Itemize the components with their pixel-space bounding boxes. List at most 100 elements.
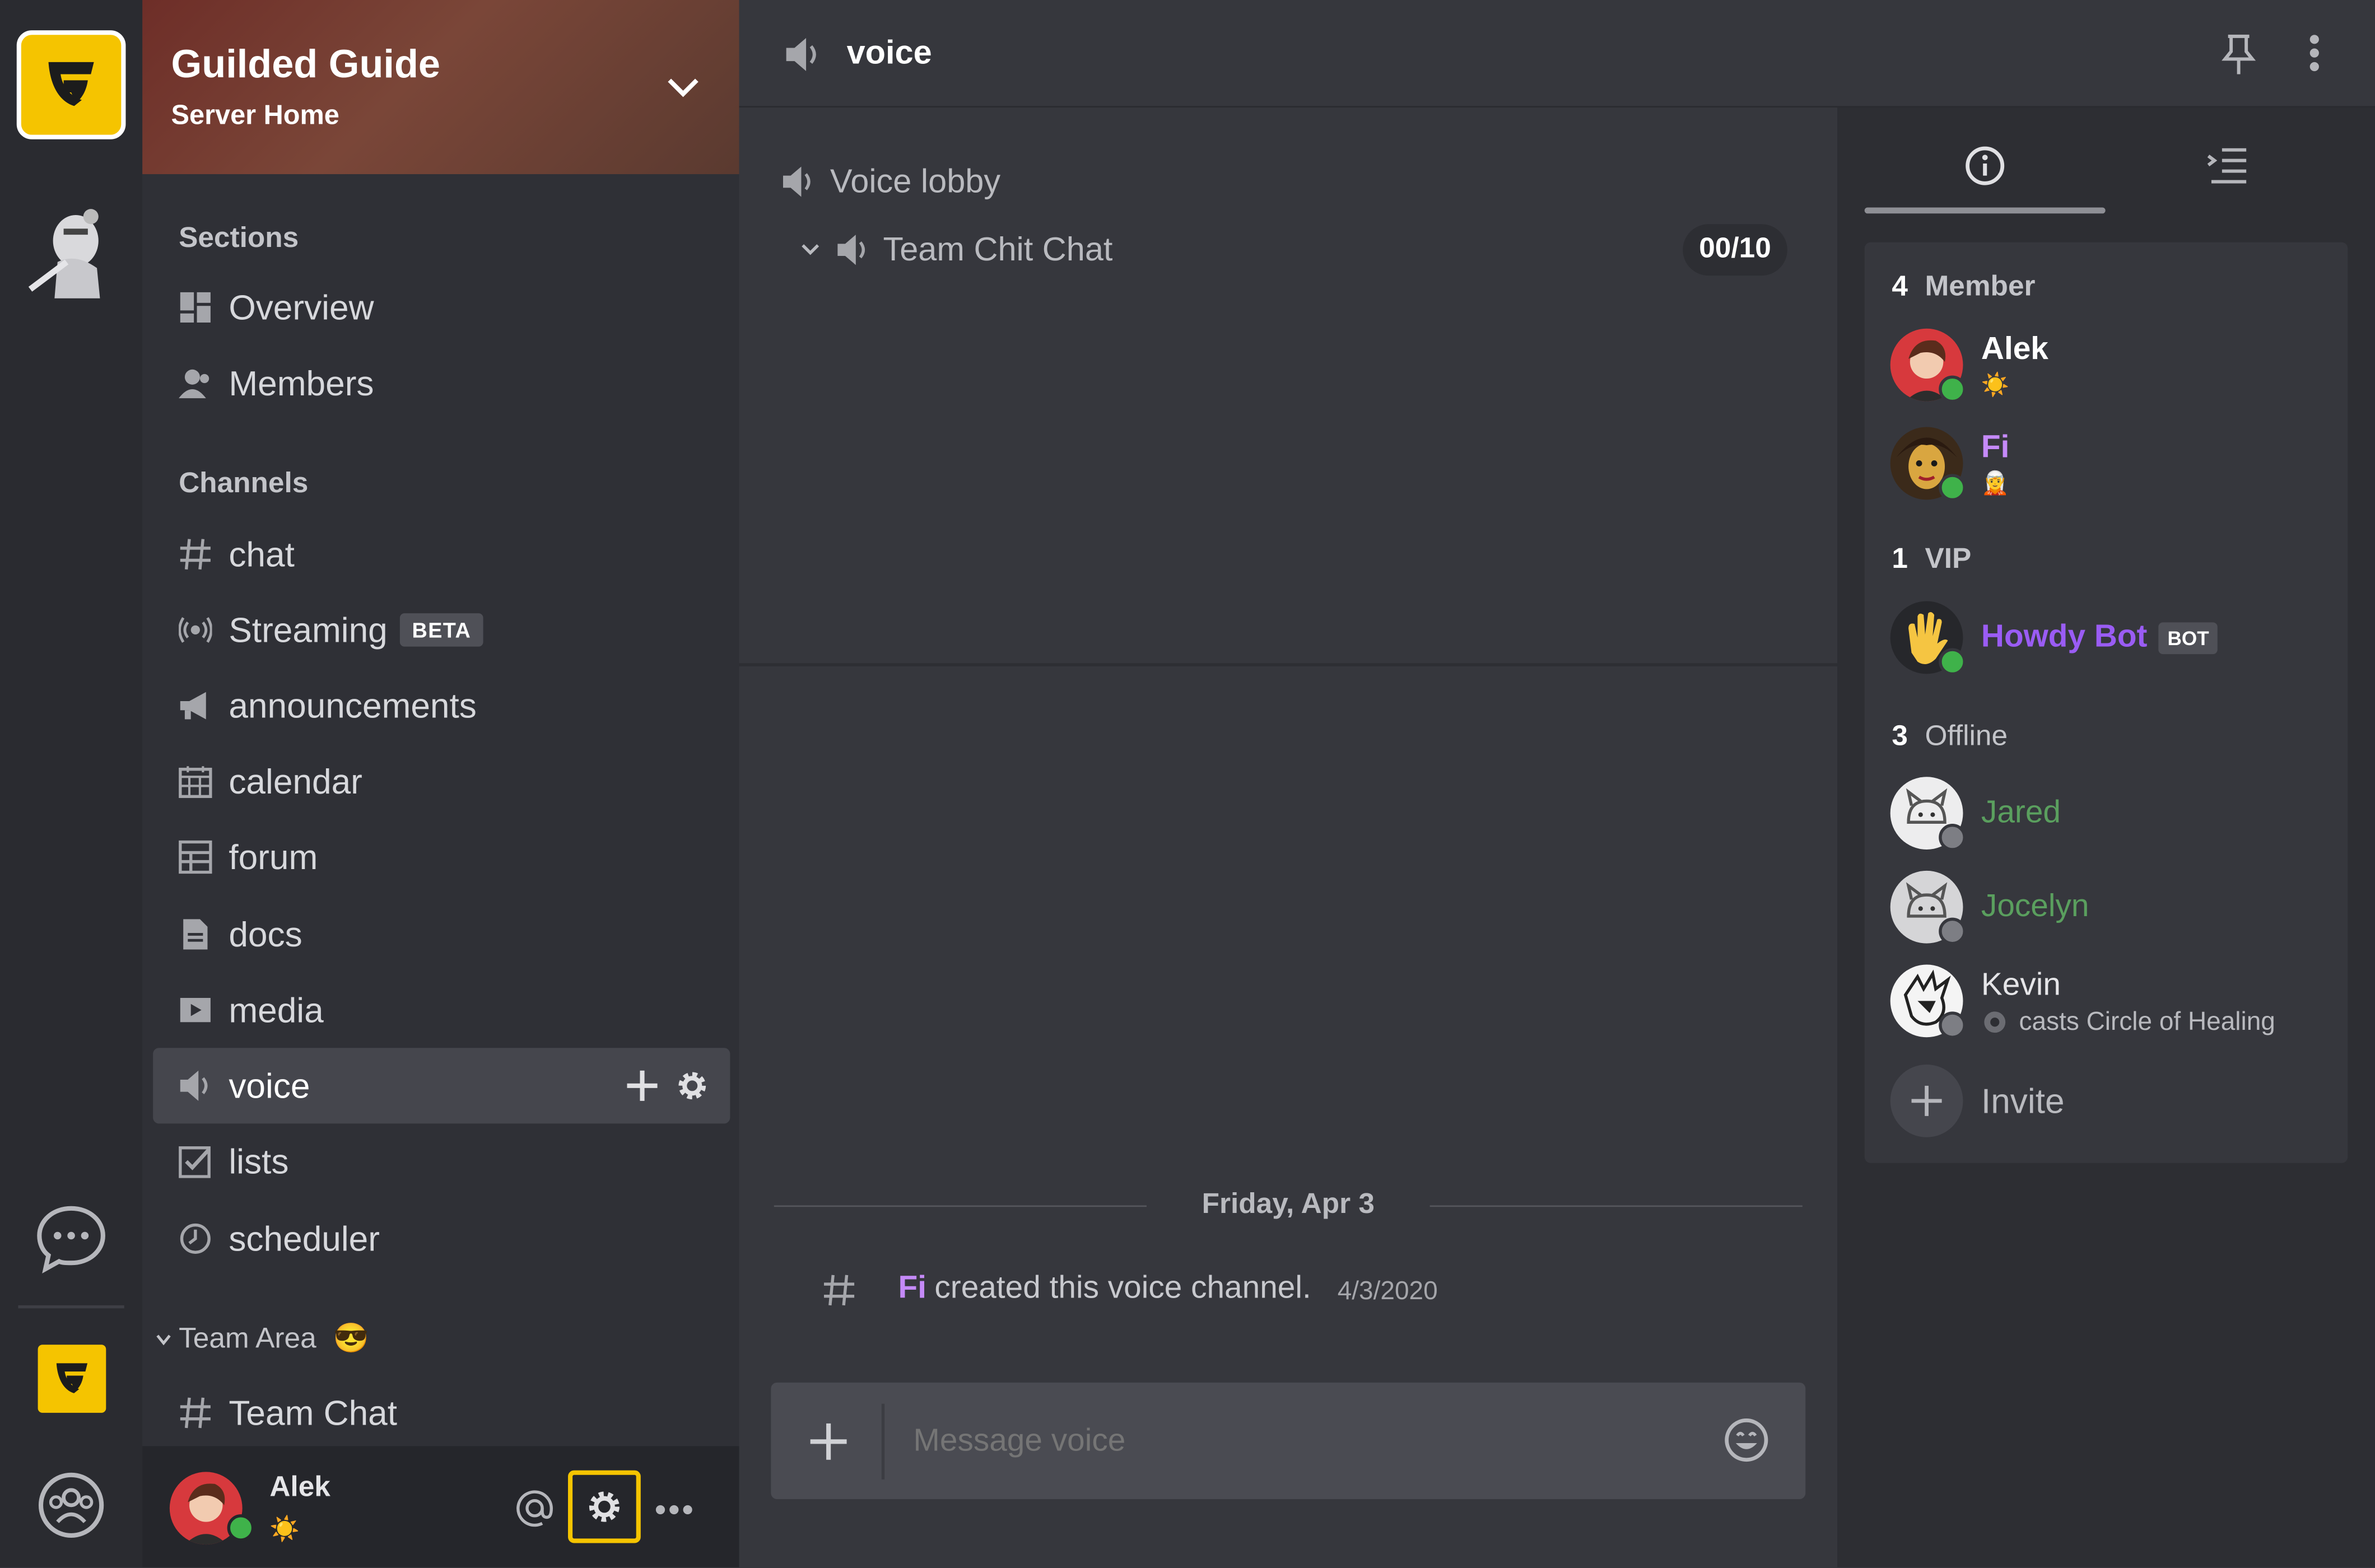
channel-sidebar: Guilded Guide Server Home Sections Overv… <box>142 0 739 1567</box>
forum-icon <box>179 840 212 874</box>
channels-header: Channels <box>179 468 309 500</box>
sidebar-item-label: announcements <box>229 685 477 726</box>
add-attachment-icon[interactable] <box>809 1422 848 1461</box>
offline-status-dot <box>1939 824 1966 851</box>
sidebar-item-docs[interactable]: docs <box>179 912 724 960</box>
server-header[interactable]: Guilded Guide Server Home <box>142 0 739 174</box>
server-name: Guilded Guide <box>171 41 441 87</box>
emoji-icon[interactable] <box>1722 1416 1771 1464</box>
chevron-down-icon[interactable] <box>665 73 701 100</box>
sidebar-item-label: chat <box>229 534 295 574</box>
settings-button[interactable] <box>568 1470 641 1543</box>
speaker-icon <box>837 235 865 265</box>
member-list: 4 Member Alek ☀️ Fi 🧝 1 VIP Howdy Bot BO… <box>1864 242 2348 1163</box>
offline-status-dot <box>1939 1011 1966 1039</box>
sidebar-item-team-chat[interactable]: Team Chat <box>179 1390 724 1439</box>
sidebar-item-label: scheduler <box>229 1219 380 1259</box>
direct-messages-icon[interactable] <box>36 1204 106 1273</box>
sidebar-item-label: calendar <box>229 762 362 801</box>
member-status: 🧝 <box>1981 470 2010 497</box>
channel-topbar: voice <box>739 0 2375 108</box>
online-status-dot <box>1939 474 1966 502</box>
more-vertical-icon[interactable] <box>2308 33 2321 72</box>
member-name: Howdy Bot <box>1981 619 2148 655</box>
docs-icon <box>183 919 208 950</box>
sidebar-item-scheduler[interactable]: scheduler <box>179 1216 724 1264</box>
sidebar-item-overview[interactable]: Overview <box>179 284 724 333</box>
friends-icon[interactable] <box>36 1471 106 1540</box>
voice-lobby[interactable]: Voice lobby <box>781 159 1236 204</box>
system-message: Fi created this voice channel. 4/3/2020 <box>822 1266 1792 1315</box>
pin-icon[interactable] <box>2220 33 2257 76</box>
invite-button[interactable]: Invite <box>1890 1064 2194 1137</box>
hash-icon <box>824 1275 855 1306</box>
voice-room-label: Team Chit Chat <box>883 230 1113 268</box>
speaker-icon <box>180 1070 208 1101</box>
member-name: Alek <box>1981 332 2048 367</box>
chevron-down-icon <box>802 244 819 255</box>
sidebar-item-calendar[interactable]: calendar <box>179 759 724 808</box>
user-status-emoji: ☀️ <box>269 1517 300 1543</box>
checkbox-icon <box>179 1146 211 1178</box>
rail-divider <box>18 1305 124 1309</box>
sidebar-item-media[interactable]: media <box>179 987 724 1036</box>
sidebar-item-streaming[interactable]: Streaming BETA <box>179 607 724 656</box>
sidebar-item-label: media <box>229 990 324 1030</box>
sidebar-item-forum[interactable]: forum <box>179 834 724 883</box>
member-name: Kevin <box>1981 967 2061 1003</box>
member-name: Jared <box>1981 795 2061 830</box>
voice-room-team-chit-chat[interactable]: Team Chit Chat 00/10 <box>800 224 1800 278</box>
online-status-dot <box>1939 648 1966 676</box>
bot-badge: BOT <box>2158 622 2218 655</box>
mentions-icon[interactable] <box>515 1488 554 1528</box>
add-icon[interactable] <box>626 1069 659 1102</box>
member-row[interactable]: Howdy Bot BOT <box>1890 601 2330 680</box>
sidebar-item-voice[interactable]: voice <box>153 1048 730 1124</box>
speaker-icon <box>786 38 816 71</box>
more-horizontal-icon[interactable] <box>654 1504 693 1516</box>
gear-icon[interactable] <box>674 1067 710 1104</box>
sidebar-item-label: Overview <box>229 287 374 328</box>
member-row[interactable]: Alek ☀️ <box>1890 328 2330 408</box>
vip-group-label: VIP <box>1925 543 1972 576</box>
sidebar-item-lists[interactable]: lists <box>179 1138 724 1187</box>
vip-group-count: 1 <box>1892 543 1908 576</box>
message-date: 4/3/2020 <box>1337 1276 1438 1305</box>
chevron-down-icon <box>156 1334 171 1346</box>
user-name: Alek <box>269 1472 330 1504</box>
sidebar-item-chat[interactable]: chat <box>179 531 724 580</box>
online-status-dot <box>227 1514 255 1542</box>
server-rail <box>0 0 143 1567</box>
sidebar-item-members[interactable]: Members <box>179 361 724 409</box>
online-status-dot <box>1939 375 1966 403</box>
message-author[interactable]: Fi <box>898 1271 926 1307</box>
sidebar-item-label: Team Chat <box>229 1393 398 1433</box>
game-activity-icon <box>1984 1011 2006 1033</box>
member-group-header: 4 Member <box>1892 271 2035 304</box>
guilded-server-icon[interactable] <box>38 1345 106 1413</box>
team-area-group[interactable]: Team Area 😎 <box>155 1320 609 1360</box>
sidebar-item-label: Members <box>229 363 374 403</box>
member-row[interactable]: Jocelyn <box>1890 870 2330 950</box>
streaming-icon <box>179 617 212 643</box>
megaphone-icon <box>180 692 206 720</box>
voice-room-capacity: 00/10 <box>1683 224 1787 276</box>
plus-icon <box>1911 1085 1942 1116</box>
member-row[interactable]: Kevin casts Circle of Healing <box>1890 964 2337 1043</box>
gear-icon <box>589 1491 620 1522</box>
media-icon <box>180 997 211 1023</box>
member-name: Fi <box>1981 430 2010 465</box>
user-bar: Alek ☀️ <box>142 1446 739 1567</box>
server-knight-icon[interactable] <box>21 202 121 307</box>
member-row[interactable]: Jared <box>1890 777 2330 856</box>
member-row[interactable]: Fi 🧝 <box>1890 427 2330 506</box>
channel-title: voice <box>846 33 932 72</box>
info-icon[interactable] <box>1964 146 2005 186</box>
outline-icon[interactable] <box>2207 147 2248 185</box>
hash-icon <box>180 1397 211 1429</box>
invite-icon-circle <box>1890 1064 1963 1137</box>
server-subtitle: Server Home <box>171 100 339 130</box>
guilded-home-button[interactable] <box>16 30 126 139</box>
message-input[interactable] <box>910 1410 1705 1474</box>
sidebar-item-announcements[interactable]: announcements <box>179 683 724 732</box>
